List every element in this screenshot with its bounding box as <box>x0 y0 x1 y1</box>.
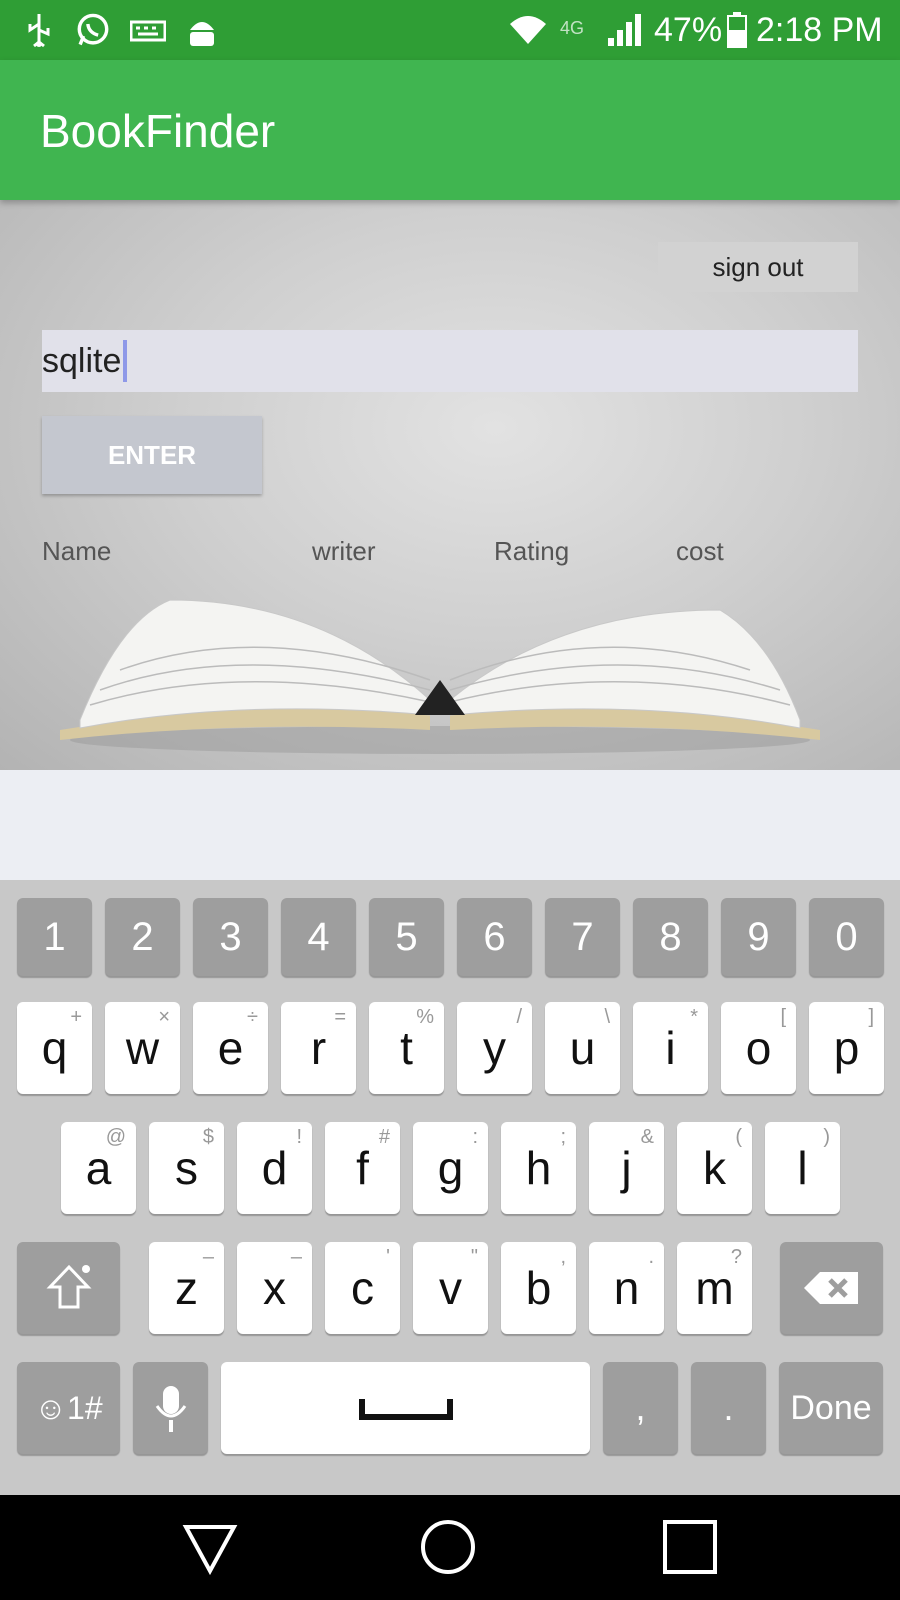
key-k[interactable]: k( <box>677 1122 752 1214</box>
column-header-name: Name <box>42 536 112 566</box>
key-6[interactable]: 6 <box>457 898 532 976</box>
network-type: 4G <box>560 18 585 38</box>
key-p[interactable]: p] <box>809 1002 884 1094</box>
key-d[interactable]: d! <box>237 1122 312 1214</box>
whatsapp-icon <box>77 13 109 46</box>
comma-key[interactable]: , <box>603 1362 678 1454</box>
key-w[interactable]: w × <box>105 1002 180 1094</box>
column-header-rating: Rating <box>494 536 570 566</box>
space-key[interactable] <box>221 1362 590 1454</box>
recents-icon[interactable] <box>660 1517 720 1577</box>
key-1[interactable]: 1 <box>17 898 92 976</box>
symbols-key[interactable]: ☺1# <box>17 1362 120 1454</box>
key-7[interactable]: 7 <box>545 898 620 976</box>
battery-percent: 47% <box>654 11 723 49</box>
clock: 2:18 PM <box>756 11 883 49</box>
key-m[interactable]: m? <box>677 1242 752 1334</box>
wifi-icon <box>510 16 546 44</box>
key-o[interactable]: o[ <box>721 1002 796 1094</box>
backspace-key[interactable] <box>780 1242 883 1334</box>
shift-arrow-icon <box>46 1264 91 1309</box>
key-z[interactable]: z – <box>149 1242 224 1334</box>
key-4[interactable]: 4 <box>281 898 356 976</box>
open-book-image <box>60 599 820 754</box>
app-bar: BookFinder <box>0 60 900 200</box>
key-x[interactable]: x – <box>237 1242 312 1334</box>
key-9[interactable]: 9 <box>721 898 796 976</box>
key-f[interactable]: f # <box>325 1122 400 1214</box>
key-y[interactable]: y / <box>457 1002 532 1094</box>
keyboard-icon <box>130 20 166 42</box>
done-key[interactable]: Done <box>779 1362 883 1454</box>
home-icon[interactable] <box>418 1517 478 1577</box>
status-bar: 4G 47% 2:18 PM <box>0 0 900 60</box>
main-content: sign out sqlite ENTER Name writer Rating… <box>0 200 900 770</box>
shift-key[interactable] <box>17 1242 120 1334</box>
key-v[interactable]: v " <box>413 1242 488 1334</box>
column-header-cost: cost <box>676 536 724 566</box>
text-cursor <box>123 340 128 382</box>
key-3[interactable]: 3 <box>193 898 268 976</box>
navigation-bar <box>0 1495 900 1600</box>
key-h[interactable]: h; <box>501 1122 576 1214</box>
key-l[interactable]: l) <box>765 1122 840 1214</box>
key-8[interactable]: 8 <box>633 898 708 976</box>
key-s[interactable]: s $ <box>149 1122 224 1214</box>
key-r[interactable]: r = <box>281 1002 356 1094</box>
column-header-writer: writer <box>312 536 376 566</box>
battery-icon <box>727 12 747 48</box>
key-c[interactable]: c ' <box>325 1242 400 1334</box>
signal-icon <box>608 14 641 46</box>
results-area <box>0 770 900 880</box>
key-0[interactable]: 0 <box>809 898 884 976</box>
key-a[interactable]: a @ <box>61 1122 136 1214</box>
key-j[interactable]: j & <box>589 1122 664 1214</box>
sign-out-button[interactable]: sign out <box>658 242 858 292</box>
period-key[interactable]: . <box>691 1362 766 1454</box>
voice-input-key[interactable] <box>133 1362 208 1454</box>
search-input[interactable]: sqlite <box>42 330 858 392</box>
key-g[interactable]: g: <box>413 1122 488 1214</box>
key-q[interactable]: q + <box>17 1002 92 1094</box>
space-bar-icon <box>358 1399 453 1420</box>
app-title: BookFinder <box>40 105 276 157</box>
key-e[interactable]: e ÷ <box>193 1002 268 1094</box>
microphone-icon <box>155 1386 186 1432</box>
usb-icon <box>28 14 50 48</box>
key-i[interactable]: i * <box>633 1002 708 1094</box>
enter-button[interactable]: ENTER <box>42 416 262 494</box>
soft-keyboard: 1 2 3 4 5 6 7 8 9 0 q + w × e ÷ r = t% y / u \… <box>0 880 900 1495</box>
key-b[interactable]: b, <box>501 1242 576 1334</box>
key-t[interactable]: t% <box>369 1002 444 1094</box>
search-input-value: sqlite <box>42 341 122 380</box>
key-n[interactable]: n. <box>589 1242 664 1334</box>
key-5[interactable]: 5 <box>369 898 444 976</box>
android-debug-icon <box>190 22 214 46</box>
key-2[interactable]: 2 <box>105 898 180 976</box>
key-u[interactable]: u \ <box>545 1002 620 1094</box>
backspace-icon <box>803 1272 858 1304</box>
back-icon[interactable] <box>180 1517 240 1577</box>
